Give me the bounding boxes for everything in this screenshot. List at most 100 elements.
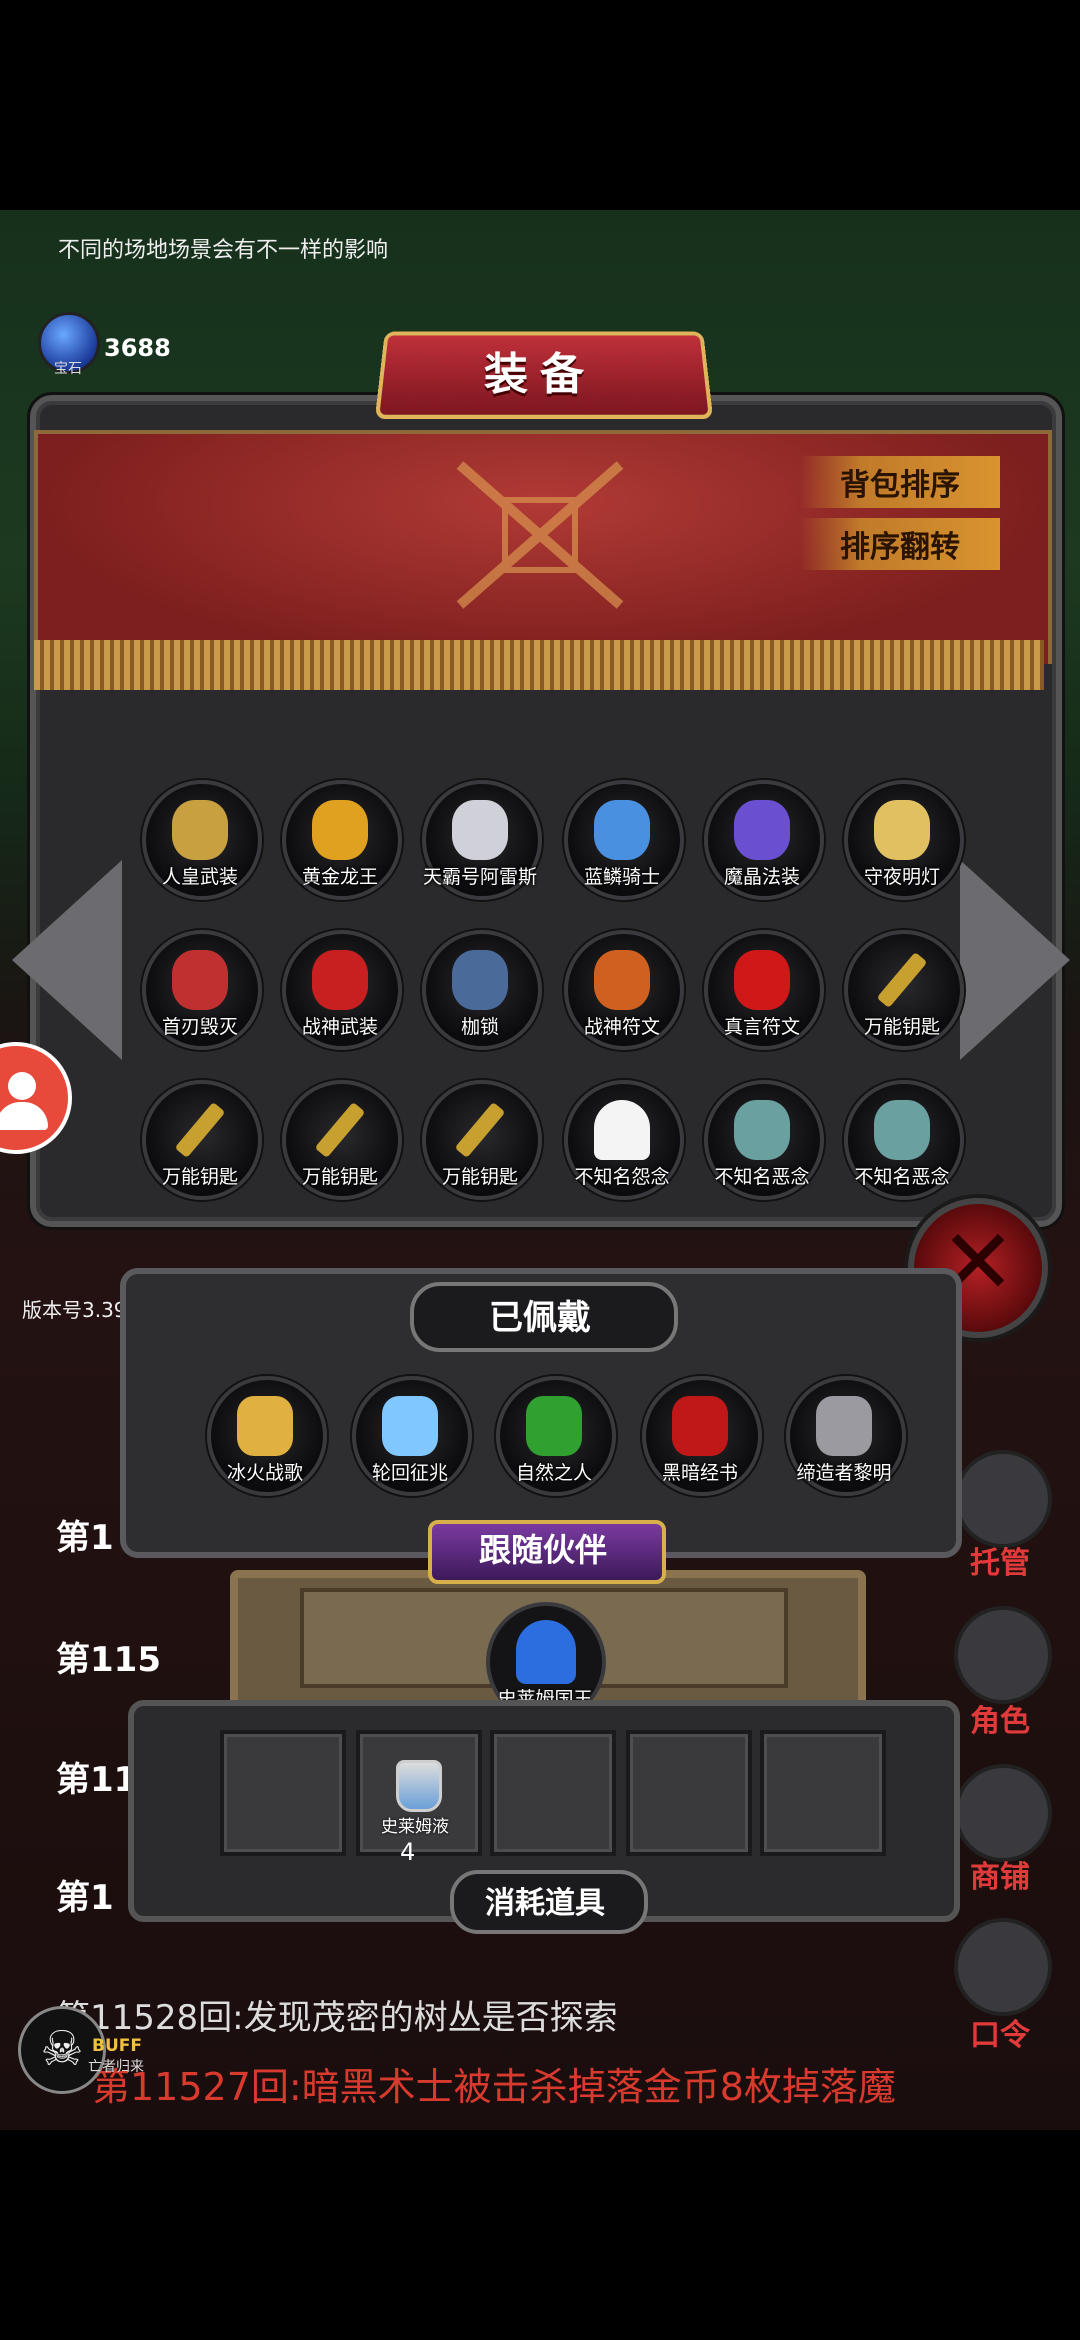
log-line: 第11527回:暗黑术士被击杀掉落金币8枚掉落魔 <box>92 2065 896 2109</box>
war-god-icon <box>312 950 368 1010</box>
wraith-icon <box>734 1100 790 1160</box>
equipped-slot[interactable]: 自然之人 <box>494 1376 616 1496</box>
rune-icon <box>594 950 650 1010</box>
inventory-slot[interactable]: 人皇武装 <box>140 780 262 900</box>
equipped-slot[interactable]: 冰火战歌 <box>205 1376 327 1496</box>
blue-knight-icon <box>594 800 650 860</box>
consumable-slot[interactable] <box>490 1730 616 1856</box>
dark-book-icon <box>672 1396 728 1456</box>
mech-icon <box>452 800 508 860</box>
inventory-slot[interactable]: 不知名恶念 <box>842 1080 964 1200</box>
log-line: 第1 <box>56 1878 114 1918</box>
sort-bag-button[interactable]: 背包排序 <box>800 456 1000 508</box>
scroll-icon[interactable] <box>954 1918 1052 2016</box>
page-left-arrow-icon[interactable] <box>12 860 122 1060</box>
inventory-item-label: 战神符文 <box>583 1016 660 1038</box>
gem-label: 宝石 <box>54 361 82 377</box>
inventory-item-label: 万能钥匙 <box>441 1166 518 1188</box>
equipped-item-label: 冰火战歌 <box>226 1462 303 1484</box>
red-rune-icon <box>734 950 790 1010</box>
inventory-item-label: 黄金龙王 <box>301 866 378 888</box>
crossed-swords-emblem-icon <box>456 461 624 609</box>
equipped-slot[interactable]: 黑暗经书 <box>640 1376 762 1496</box>
great-sword-icon <box>816 1396 872 1456</box>
equipped-slot[interactable]: 缔造者黎明 <box>784 1376 906 1496</box>
ice-staff-icon <box>382 1396 438 1456</box>
equipped-item-label: 自然之人 <box>515 1462 592 1484</box>
shop-icon[interactable] <box>954 1764 1052 1862</box>
inventory-slot[interactable]: 黄金龙王 <box>280 780 402 900</box>
equipped-item-label: 缔造者黎明 <box>796 1462 892 1484</box>
window-title: 装备 <box>484 349 596 400</box>
inventory-slot[interactable]: 蓝鳞骑士 <box>562 780 684 900</box>
wraith-icon <box>874 1100 930 1160</box>
inventory-item-label: 战神武装 <box>301 1016 378 1038</box>
reverse-sort-button[interactable]: 排序翻转 <box>800 518 1000 570</box>
inventory-item-label: 首刃毁灭 <box>161 1016 238 1038</box>
page-right-arrow-icon[interactable] <box>960 860 1070 1060</box>
code-label[interactable]: 口令 <box>950 2010 1050 2054</box>
equipped-title: 已佩戴 <box>489 1298 591 1338</box>
armored-hero-icon <box>172 800 228 860</box>
inventory-item-label: 万能钥匙 <box>301 1166 378 1188</box>
wizard-icon <box>734 800 790 860</box>
consumable-slot[interactable] <box>626 1730 752 1856</box>
inventory-slot[interactable]: 战神符文 <box>562 930 684 1050</box>
gem-count: 3688 <box>104 334 171 362</box>
lantern-icon <box>874 800 930 860</box>
banner-fringe <box>34 640 1044 690</box>
sword-icon <box>237 1396 293 1456</box>
inventory-item-label: 万能钥匙 <box>863 1016 940 1038</box>
consumable-slot[interactable] <box>220 1730 346 1856</box>
potion-icon <box>396 1760 442 1812</box>
inventory-item-label: 不知名怨念 <box>574 1166 670 1188</box>
partner-title: 跟随伙伴 <box>478 1531 607 1569</box>
inventory-slot[interactable]: 万能钥匙 <box>280 1080 402 1200</box>
role-label[interactable]: 角色 <box>950 1696 1050 1740</box>
chain-icon <box>452 950 508 1010</box>
inventory-item-label: 真言符文 <box>723 1016 800 1038</box>
gold-dragon-icon <box>312 800 368 860</box>
inventory-slot[interactable]: 真言符文 <box>702 930 824 1050</box>
inventory-item-label: 蓝鳞骑士 <box>583 866 660 888</box>
inventory-slot[interactable]: 万能钥匙 <box>420 1080 542 1200</box>
log-line: 第11 <box>56 1760 138 1800</box>
hood-icon[interactable] <box>954 1606 1052 1704</box>
inventory-slot[interactable]: 不知名怨念 <box>562 1080 684 1200</box>
inventory-slot[interactable]: 不知名恶念 <box>702 1080 824 1200</box>
inventory-slot[interactable]: 枷锁 <box>420 930 542 1050</box>
ghost-icon <box>594 1100 650 1160</box>
consumable-count: 4 <box>400 1838 416 1866</box>
inventory-slot[interactable]: 战神武装 <box>280 930 402 1050</box>
inventory-item-label: 天霸号阿雷斯 <box>422 866 537 888</box>
inventory-slot[interactable]: 首刃毁灭 <box>140 930 262 1050</box>
equipped-slot[interactable]: 轮回征兆 <box>350 1376 472 1496</box>
consumable-slot[interactable] <box>760 1730 886 1856</box>
inventory-item-label: 人皇武装 <box>161 866 238 888</box>
dice-icon[interactable] <box>954 1450 1052 1548</box>
inventory-item-label: 魔晶法装 <box>723 866 800 888</box>
inventory-slot[interactable]: 守夜明灯 <box>842 780 964 900</box>
inventory-slot[interactable]: 万能钥匙 <box>842 930 964 1050</box>
inventory-item-label: 守夜明灯 <box>863 866 940 888</box>
inventory-slot[interactable]: 魔晶法装 <box>702 780 824 900</box>
log-line: 第1 <box>56 1518 114 1558</box>
version-label: 版本号3.39 <box>22 1298 127 1322</box>
inventory-item-label: 枷锁 <box>460 1016 499 1038</box>
consumable-name: 史莱姆液 <box>381 1817 449 1837</box>
inventory-slot[interactable]: 天霸号阿雷斯 <box>420 780 542 900</box>
log-line: 第115 <box>56 1640 161 1680</box>
buff-sub-label: 亡者归来 <box>88 2059 144 2075</box>
shop-label[interactable]: 商铺 <box>950 1852 1050 1896</box>
inventory-item-label: 万能钥匙 <box>161 1166 238 1188</box>
crossed-blades-icon <box>172 950 228 1010</box>
buff-label: BUFF <box>92 2036 142 2056</box>
log-line: 第11528回:发现茂密的树丛是否探索 <box>56 1998 618 2038</box>
equipped-item-label: 黑暗经书 <box>661 1462 738 1484</box>
inventory-item-label: 不知名恶念 <box>854 1166 950 1188</box>
inventory-item-label: 不知名恶念 <box>714 1166 810 1188</box>
inventory-slot[interactable]: 万能钥匙 <box>140 1080 262 1200</box>
consumables-title: 消耗道具 <box>485 1886 605 1921</box>
nature-man-icon <box>526 1396 582 1456</box>
auto-label[interactable]: 托管 <box>950 1538 1050 1582</box>
